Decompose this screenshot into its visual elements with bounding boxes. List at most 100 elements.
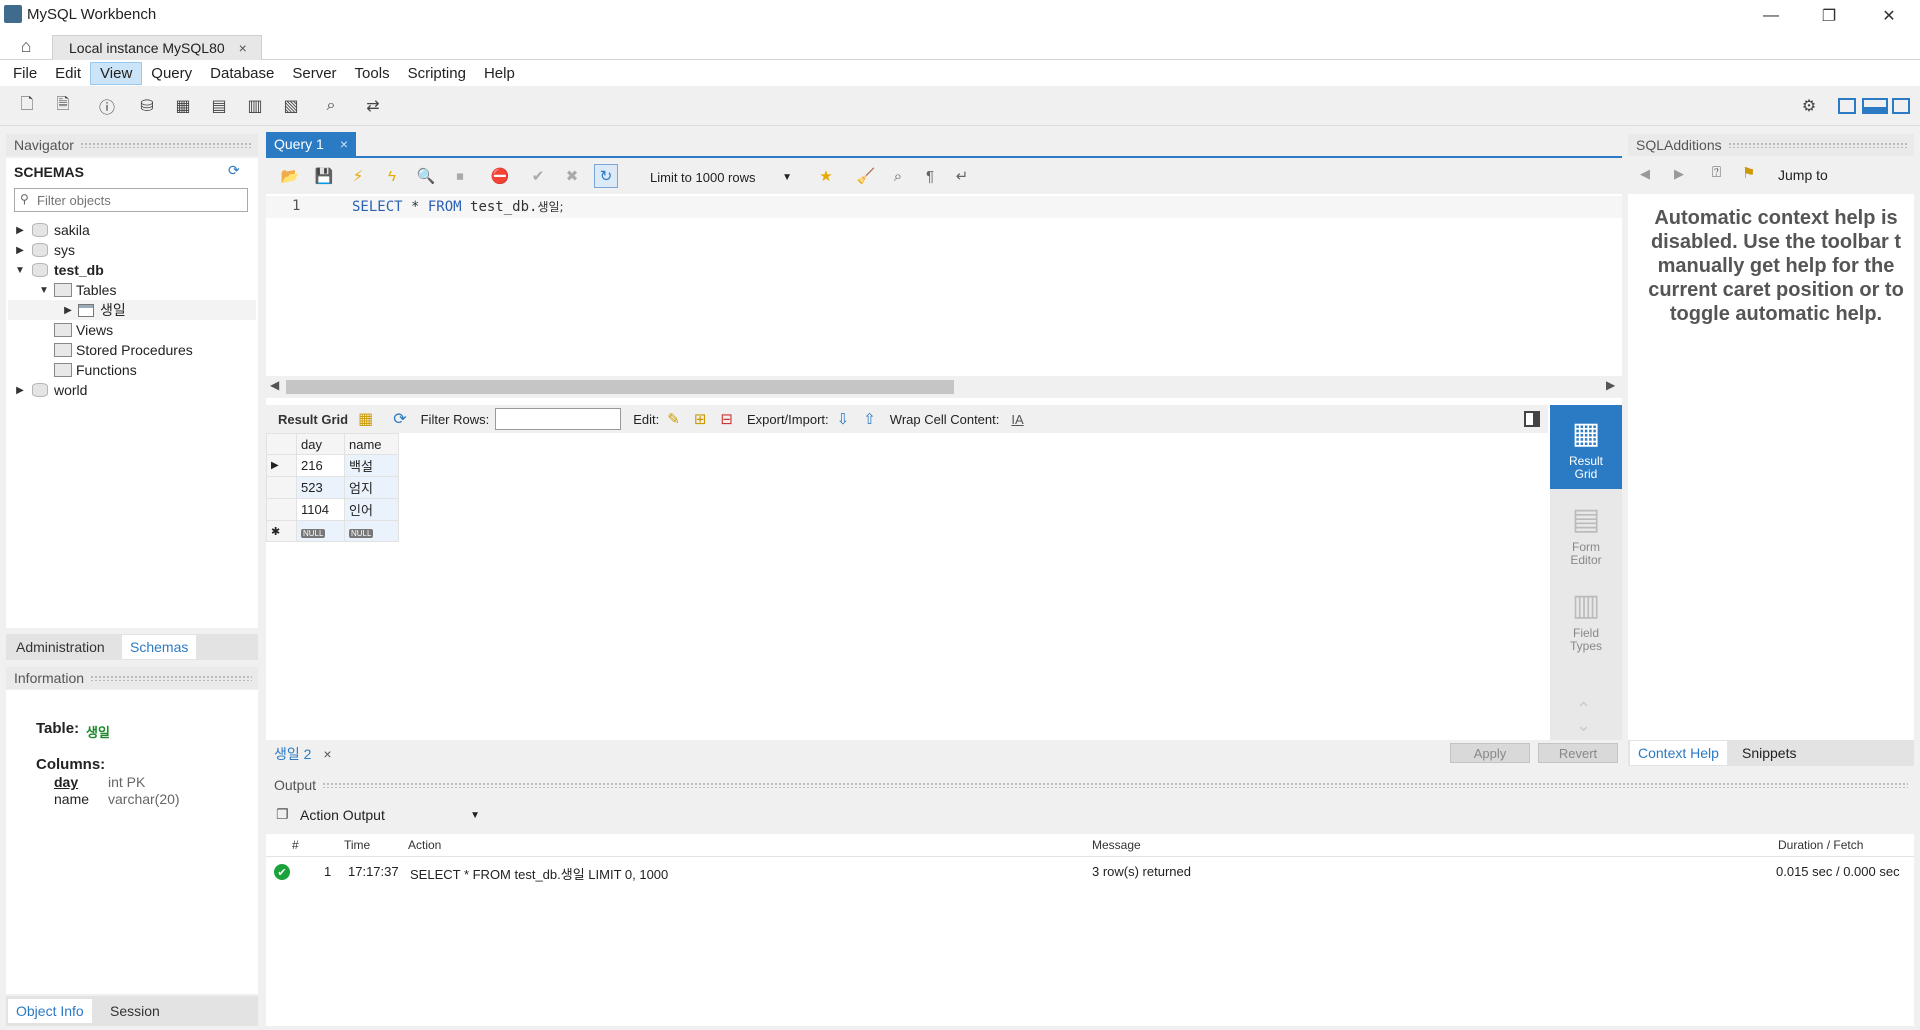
delete-row-icon[interactable]: ⊟	[720, 410, 733, 428]
tab-object-info[interactable]: Object Info	[8, 999, 92, 1023]
reconnect-icon[interactable]: ⇄	[360, 94, 386, 118]
auto-help-icon[interactable]: ⚑	[1742, 164, 1755, 182]
maximize-button[interactable]: ❐	[1800, 0, 1858, 32]
table-item-birthday[interactable]: ▶ 생일	[8, 300, 256, 320]
toggle-sidebar-icon[interactable]	[1892, 98, 1910, 114]
open-file-icon[interactable]: 📂	[278, 164, 302, 188]
limit-rows-select[interactable]: Limit to 1000 rows ▼	[646, 166, 796, 188]
find-icon[interactable]: ⌕	[886, 164, 910, 188]
close-icon[interactable]: ×	[239, 40, 247, 56]
collapse-arrow-icon[interactable]: ▼	[38, 285, 50, 296]
menu-help[interactable]: Help	[475, 63, 524, 84]
result-tab[interactable]: 생일 2 ×	[274, 744, 332, 764]
revert-button[interactable]: Revert	[1538, 743, 1618, 763]
tab-snippets[interactable]: Snippets	[1734, 741, 1804, 765]
schema-sakila[interactable]: ▶ sakila	[14, 220, 90, 240]
row-selector[interactable]	[266, 498, 297, 521]
new-sql-tab-icon[interactable]: 🗋	[14, 94, 40, 118]
cell-name[interactable]: 백설	[344, 454, 399, 477]
word-wrap-icon[interactable]: ↵	[950, 164, 974, 188]
jump-to-label[interactable]: Jump to	[1778, 167, 1828, 183]
expand-arrow-icon[interactable]: ▶	[14, 385, 26, 396]
commit-icon[interactable]: ✔	[526, 164, 550, 188]
cell-day[interactable]: 1104	[296, 498, 345, 521]
result-grid[interactable]: day name ▶ 216 백설 523 엄지 1104 인어 ✱ NULL …	[266, 433, 1548, 741]
collapse-arrow-icon[interactable]: ▼	[14, 265, 26, 276]
form-editor-button[interactable]: ▤ Form Editor	[1550, 491, 1622, 575]
tables-folder[interactable]: ▼ Tables	[38, 280, 116, 300]
refresh-icon[interactable]: ⟳	[228, 162, 240, 179]
refresh-icon[interactable]: ⟳	[393, 409, 406, 429]
rollback-icon[interactable]: ✖	[560, 164, 584, 188]
toggle-navigator-icon[interactable]	[1838, 98, 1856, 114]
tab-administration[interactable]: Administration	[8, 635, 113, 659]
back-icon[interactable]: ◀	[1640, 166, 1650, 182]
grid-view-icon[interactable]: ▦	[358, 409, 373, 429]
schema-sys[interactable]: ▶ sys	[14, 240, 75, 260]
autocommit-icon[interactable]: ↻	[594, 164, 618, 188]
expand-arrow-icon[interactable]: ▶	[14, 225, 26, 236]
export-icon[interactable]: ⇩	[837, 410, 850, 428]
scroll-left-icon[interactable]: ◀	[270, 378, 279, 392]
menu-query[interactable]: Query	[142, 63, 201, 84]
new-row[interactable]: ✱ NULL NULL	[266, 520, 399, 542]
views-folder[interactable]: Views	[50, 320, 113, 340]
schema-test-db[interactable]: ▼ test_db	[14, 260, 104, 280]
create-function-icon[interactable]: ▧	[278, 94, 304, 118]
menu-server[interactable]: Server	[283, 63, 345, 84]
toggle-sidebar-icon[interactable]	[1524, 411, 1540, 427]
execute-icon[interactable]: ⚡	[346, 164, 370, 188]
close-icon[interactable]: ×	[340, 136, 348, 152]
sql-statement[interactable]: SELECT * FROM test_db.생일;	[352, 198, 564, 215]
close-window-button[interactable]: ✕	[1860, 0, 1918, 32]
connection-tab[interactable]: Local instance MySQL80 ×	[52, 35, 262, 60]
expand-arrow-icon[interactable]: ▶	[14, 245, 26, 256]
settings-icon[interactable]: ⚙	[1796, 94, 1822, 118]
table-row[interactable]: 523 엄지	[266, 476, 399, 499]
output-row[interactable]: ✔ 1 17:17:37 SELECT * FROM test_db.생일 LI…	[270, 862, 1910, 884]
menu-database[interactable]: Database	[201, 63, 283, 84]
explain-icon[interactable]: 🔍	[414, 164, 438, 188]
cell-name[interactable]: 인어	[344, 498, 399, 521]
inspector-icon[interactable]: ⓘ	[94, 94, 120, 118]
import-icon[interactable]: ⇧	[863, 410, 876, 428]
create-table-icon[interactable]: ▦	[170, 94, 196, 118]
column-header[interactable]: name	[344, 433, 399, 455]
column-header[interactable]: day	[296, 433, 345, 455]
apply-button[interactable]: Apply	[1450, 743, 1530, 763]
menu-file[interactable]: File	[4, 63, 46, 84]
add-snippet-icon[interactable]: ★	[814, 164, 838, 188]
schema-world[interactable]: ▶ world	[14, 380, 87, 400]
table-row[interactable]: 1104 인어	[266, 498, 399, 521]
tab-context-help[interactable]: Context Help	[1630, 741, 1727, 765]
beautify-icon[interactable]: 🧹	[854, 164, 878, 188]
scroll-arrows-icon[interactable]: ⌃ ⌄	[1576, 700, 1591, 734]
horizontal-scrollbar[interactable]: ◀ ▶	[266, 376, 1622, 398]
copy-icon[interactable]: ❐	[276, 806, 289, 823]
minimize-button[interactable]: —	[1742, 0, 1800, 32]
save-icon[interactable]: 💾	[312, 164, 336, 188]
open-sql-file-icon[interactable]: 🗎	[50, 94, 76, 118]
cell-name[interactable]: 엄지	[344, 476, 399, 499]
filter-objects-input[interactable]	[14, 188, 248, 212]
cell-day[interactable]: 523	[296, 476, 345, 499]
tab-session[interactable]: Session	[102, 999, 168, 1023]
menu-scripting[interactable]: Scripting	[399, 63, 475, 84]
execute-current-icon[interactable]: ϟ	[380, 164, 404, 188]
result-grid-view-button[interactable]: ▦ Result Grid	[1550, 405, 1622, 489]
tab-schemas[interactable]: Schemas	[122, 635, 197, 659]
scrollbar-thumb[interactable]	[286, 380, 954, 394]
create-routine-icon[interactable]: ▥	[242, 94, 268, 118]
invisible-chars-icon[interactable]: ¶	[918, 164, 942, 188]
table-row[interactable]: ▶ 216 백설	[266, 454, 399, 477]
close-icon[interactable]: ×	[323, 746, 331, 762]
search-table-data-icon[interactable]: ⌕	[318, 94, 344, 118]
functions-folder[interactable]: Functions	[50, 360, 137, 380]
output-type-select[interactable]: Action Output ▼	[298, 804, 484, 826]
query-tab[interactable]: Query 1 ×	[266, 132, 356, 156]
insert-row-icon[interactable]: ⊞	[694, 410, 707, 428]
edit-row-icon[interactable]: ✎	[667, 410, 680, 428]
toggle-stop-on-error-icon[interactable]: ⛔	[488, 164, 512, 188]
row-selector-icon[interactable]: ▶	[266, 454, 297, 477]
wrap-cell-icon[interactable]: IA	[1011, 412, 1023, 427]
